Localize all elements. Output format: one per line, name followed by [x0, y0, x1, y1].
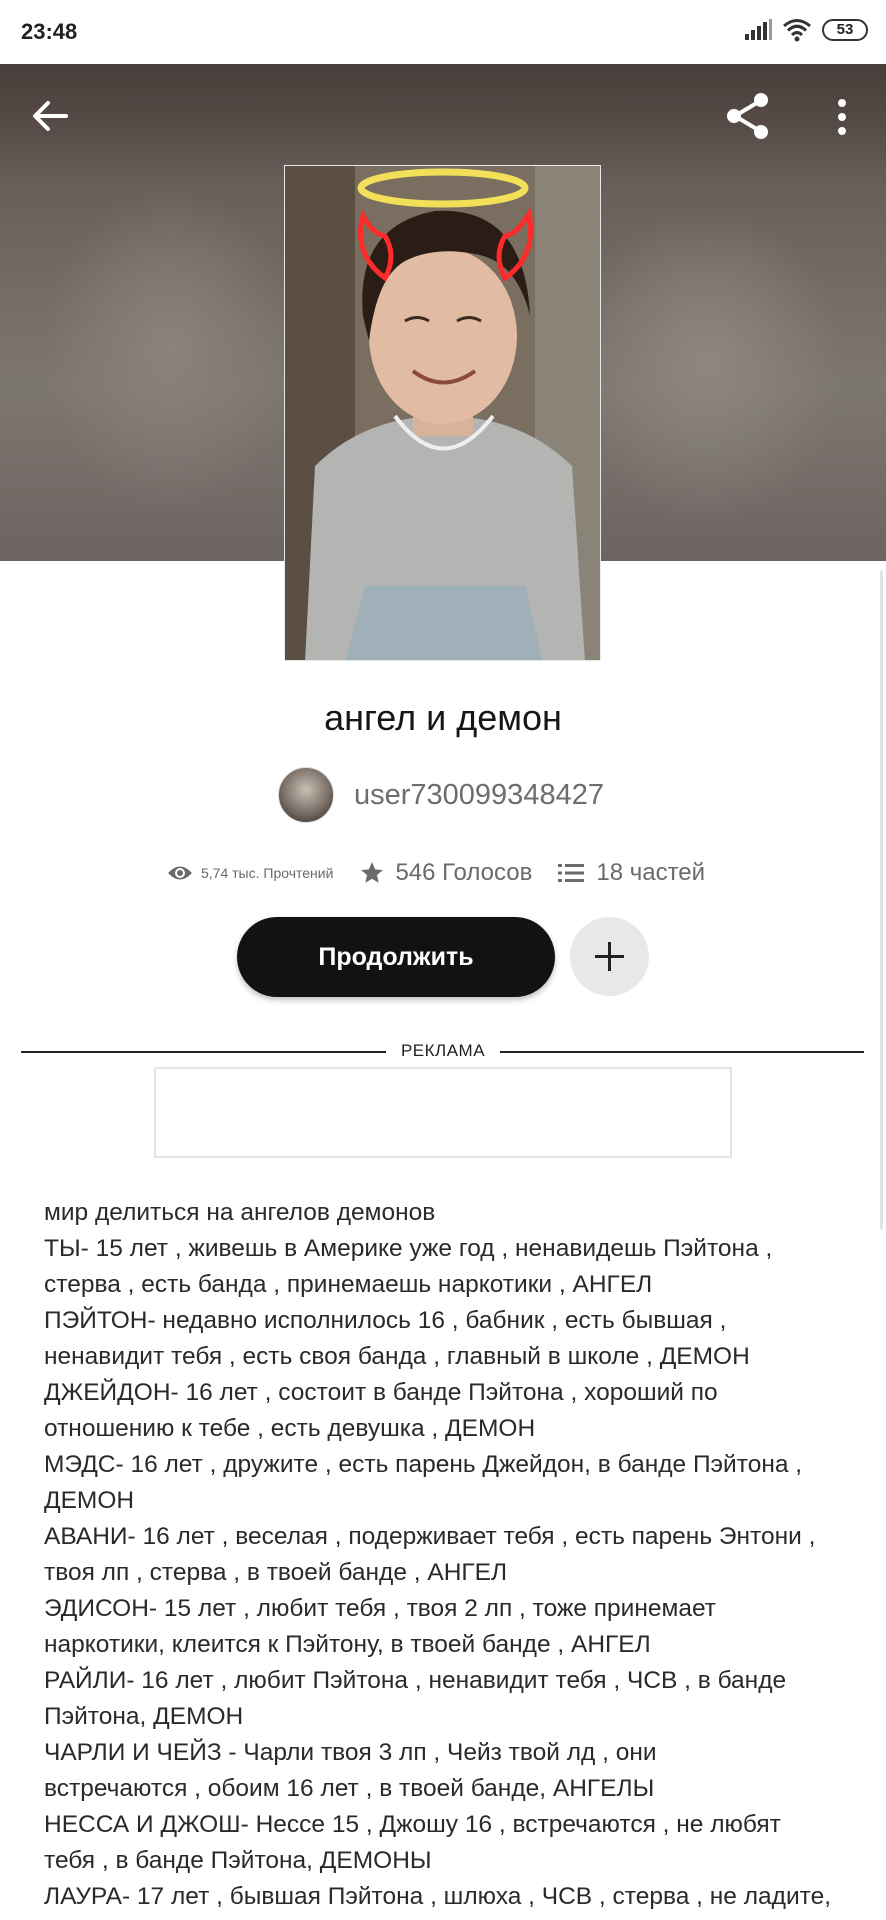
- story-cover-image: [284, 165, 601, 661]
- description-line: ненавидит тебя , есть своя банда , главн…: [44, 1343, 750, 1370]
- reads-count: 5,74 тыс. Прочтений: [201, 865, 334, 881]
- back-button[interactable]: [28, 92, 76, 140]
- description-line: РАЙЛИ- 16 лет , любит Пэйтона , ненавиди…: [44, 1667, 787, 1694]
- story-stats: 5,74 тыс. Прочтений 546 Голосов 18 часте…: [167, 855, 705, 891]
- description-line: стерва , есть банда , принемаешь наркоти…: [44, 1271, 653, 1298]
- description-line: ЭДИСОН- 15 лет , любит тебя , твоя 2 лп …: [44, 1595, 717, 1622]
- description-line: тебя , в банде Пэйтона, ДЕМОНЫ: [44, 1847, 432, 1874]
- author-link[interactable]: user730099348427: [278, 765, 604, 825]
- description-line: АВАНИ- 16 лет , веселая , подерживает те…: [44, 1523, 816, 1550]
- battery-icon: 53: [822, 19, 868, 41]
- ad-divider-right: [500, 1051, 864, 1053]
- description-line: ПЭЙТОН- недавно исполнилось 16 , бабник …: [44, 1307, 727, 1334]
- continue-reading-button[interactable]: Продолжить: [237, 917, 555, 997]
- ad-label: РЕКЛАМА: [400, 1041, 486, 1060]
- description-line: МЭДС- 16 лет , дружите , есть парень Дже…: [44, 1451, 803, 1478]
- story-description: мир делиться на ангелов демонов ТЫ- 15 л…: [44, 1195, 864, 1915]
- star-icon: [361, 862, 384, 883]
- add-to-library-button[interactable]: [570, 917, 649, 996]
- arrow-left-icon: [33, 101, 68, 131]
- more-vertical-icon: [838, 99, 846, 135]
- plus-icon: [595, 942, 624, 971]
- parts-stat: 18 частей: [558, 859, 705, 887]
- author-avatar[interactable]: [278, 767, 334, 823]
- votes-stat: 546 Голосов: [359, 859, 532, 887]
- status-time: 23:48: [21, 19, 78, 44]
- author-name[interactable]: user730099348427: [354, 779, 604, 812]
- description-line: ЛАУРА- 17 лет , бывшая Пэйтона , шлюха ,…: [44, 1883, 832, 1910]
- signal-icon: [745, 19, 772, 40]
- share-icon: [727, 93, 768, 139]
- description-line: встречаются , обоим 16 лет , в твоей бан…: [44, 1775, 655, 1802]
- more-button[interactable]: [822, 92, 862, 142]
- description-line: мир делиться на ангелов демонов: [44, 1199, 436, 1226]
- description-line: отношению к тебе , есть девушка , ДЕМОН: [44, 1415, 536, 1442]
- story-title: ангел и демон: [324, 697, 562, 738]
- description-line: ДЖЕЙДОН- 16 лет , состоит в банде Пэйтон…: [44, 1379, 718, 1406]
- share-button[interactable]: [722, 90, 774, 142]
- description-line: ЧАРЛИ И ЧЕЙЗ - Чарли твоя 3 лп , Чейз тв…: [44, 1739, 657, 1766]
- description-line: наркотики, клеится к Пэйтону, в твоей ба…: [44, 1631, 651, 1658]
- parts-count: 18 частей: [596, 859, 706, 886]
- list-icon: [558, 864, 585, 882]
- reads-stat: 5,74 тыс. Прочтений: [167, 863, 333, 883]
- description-line: ДЕМОН: [44, 1487, 135, 1514]
- eye-icon: [168, 866, 192, 880]
- ad-banner[interactable]: [154, 1067, 732, 1158]
- description-line: Пэйтона, ДЕМОН: [44, 1703, 244, 1730]
- ad-divider-left: [21, 1051, 386, 1053]
- wifi-icon: [783, 19, 811, 42]
- votes-count: 546 Голосов: [395, 859, 533, 886]
- description-line: ТЫ- 15 лет , живешь в Америке уже год , …: [44, 1235, 773, 1262]
- status-bar: 23:48 53: [0, 0, 886, 64]
- status-icons: 53: [744, 18, 868, 42]
- description-line: НЕССА И ДЖОШ- Нессе 15 , Джошу 16 , встр…: [44, 1811, 781, 1838]
- scrollbar[interactable]: [880, 570, 883, 1230]
- description-line: твоя лп , стерва , в твоей банде , АНГЕЛ: [44, 1559, 508, 1586]
